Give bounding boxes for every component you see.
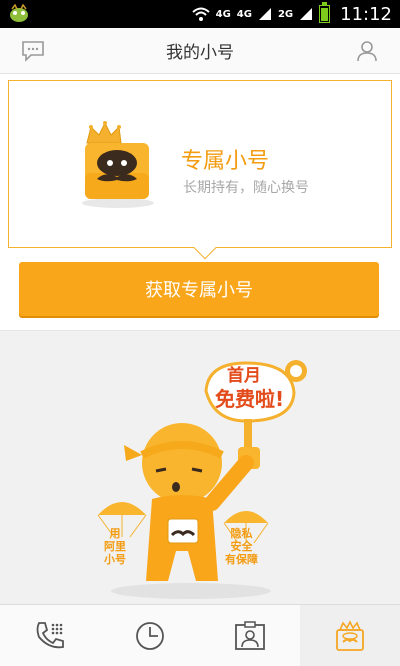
network-type-3: 2G bbox=[277, 8, 294, 20]
contact-card-icon bbox=[235, 620, 265, 650]
message-icon bbox=[22, 41, 44, 62]
network-type-1: 4G bbox=[215, 8, 231, 20]
status-bar: 4G 4G 2G 11:12 bbox=[0, 0, 400, 28]
illustration-area: 首月 免费啦! 用 阿里 小号 隐私 安全 有保障 bbox=[0, 330, 400, 604]
promo-card-notch bbox=[193, 236, 217, 260]
phone-keypad-icon bbox=[36, 621, 64, 648]
user-icon bbox=[357, 41, 377, 62]
promo-title: 专属小号 bbox=[181, 149, 270, 174]
tab-dialer[interactable] bbox=[0, 605, 100, 666]
tab-history[interactable] bbox=[100, 605, 200, 666]
status-left bbox=[8, 4, 30, 24]
app-notification-icon bbox=[10, 4, 28, 22]
get-exclusive-number-button[interactable]: 获取专属小号 bbox=[19, 262, 379, 316]
status-time: 11:12 bbox=[340, 3, 392, 25]
my-number-icon bbox=[336, 619, 364, 651]
wifi-icon bbox=[191, 7, 210, 21]
network-type-2: 4G bbox=[236, 8, 252, 20]
page-title: 我的小号 bbox=[166, 43, 234, 63]
promo-subtitle: 长期持有，随心换号 bbox=[183, 180, 309, 196]
app-header: 我的小号 bbox=[0, 28, 400, 74]
right-parachute-text: 隐私 安全 有保障 bbox=[225, 527, 258, 566]
mascot-illustration bbox=[97, 360, 307, 599]
message-button[interactable] bbox=[18, 36, 48, 66]
left-parachute-text: 用 阿里 小号 bbox=[104, 527, 126, 566]
exclusive-number-icon bbox=[82, 121, 154, 208]
bottom-nav bbox=[0, 604, 400, 666]
status-right: 4G 4G 2G 11:12 bbox=[191, 2, 392, 25]
clock-icon bbox=[136, 621, 164, 650]
signal-icon bbox=[258, 8, 271, 20]
signal-icon-2 bbox=[300, 8, 313, 20]
promo-card: 专属小号 长期持有，随心换号 bbox=[8, 80, 392, 260]
battery-icon bbox=[319, 2, 331, 23]
tab-contacts[interactable] bbox=[200, 605, 300, 666]
card-section: 专属小号 长期持有，随心换号 获取专属小号 bbox=[0, 74, 400, 330]
tab-my-number[interactable] bbox=[300, 605, 400, 666]
speech-line-2: 免费啦! bbox=[215, 387, 285, 411]
profile-button[interactable] bbox=[352, 36, 382, 66]
